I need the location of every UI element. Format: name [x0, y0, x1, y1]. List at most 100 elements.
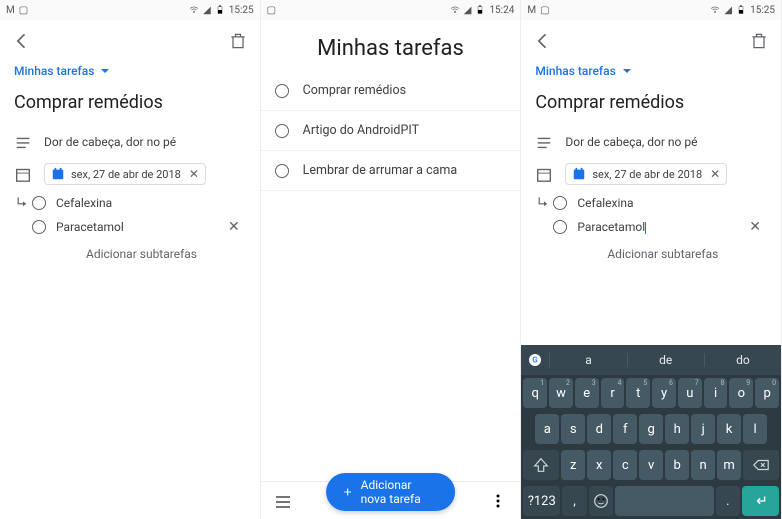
- back-button[interactable]: [10, 29, 34, 53]
- delete-button[interactable]: [747, 29, 771, 53]
- key-enter[interactable]: [742, 486, 779, 516]
- battery-icon: [215, 5, 225, 15]
- notes-icon: [14, 133, 32, 151]
- subtask-label: Cefalexina: [56, 196, 112, 210]
- date-chip-text: sex, 27 de abr de 2018: [71, 168, 181, 181]
- subtask-row-editing[interactable]: Paracetamol ✕: [535, 215, 781, 239]
- image-icon: ▢: [540, 5, 549, 16]
- key-comma[interactable]: ,: [562, 486, 587, 516]
- task-item[interactable]: Comprar remédios: [261, 71, 521, 111]
- date-chip[interactable]: sex, 27 de abr de 2018 ✕: [44, 163, 206, 185]
- key-q[interactable]: q1: [523, 378, 547, 408]
- more-button[interactable]: [488, 491, 508, 511]
- key-space[interactable]: [615, 486, 713, 516]
- signal-icon: ◢: [203, 5, 211, 16]
- key-v[interactable]: v: [639, 450, 663, 480]
- key-w[interactable]: w2: [549, 378, 573, 408]
- subtask-row[interactable]: Paracetamol ✕: [14, 215, 260, 239]
- list-selector[interactable]: Minhas tarefas: [521, 62, 781, 84]
- gmail-icon: M: [6, 5, 15, 16]
- key-g[interactable]: g: [639, 414, 663, 444]
- delete-button[interactable]: [226, 29, 250, 53]
- subtask-checkbox[interactable]: [32, 196, 46, 210]
- key-b[interactable]: b: [665, 450, 689, 480]
- key-u[interactable]: u7: [678, 378, 702, 408]
- subtask-row[interactable]: Cefalexina: [14, 191, 260, 215]
- key-a[interactable]: a: [535, 414, 559, 444]
- key-d[interactable]: d: [587, 414, 611, 444]
- key-i[interactable]: i8: [704, 378, 728, 408]
- description-text: Dor de cabeça, dor no pé: [565, 135, 697, 149]
- subtask-row[interactable]: Cefalexina: [535, 191, 781, 215]
- add-subtask-button[interactable]: Adicionar subtarefas: [14, 239, 260, 261]
- wifi-icon: [450, 5, 460, 15]
- task-title[interactable]: Comprar remédios: [0, 84, 260, 127]
- task-checkbox[interactable]: [275, 164, 289, 178]
- task-title[interactable]: Comprar remédios: [521, 84, 781, 127]
- key-k[interactable]: k: [717, 414, 741, 444]
- subtask-checkbox[interactable]: [32, 220, 46, 234]
- list-selector[interactable]: Minhas tarefas: [0, 62, 260, 84]
- key-f[interactable]: f: [613, 414, 637, 444]
- subtask-label: Cefalexina: [577, 196, 633, 210]
- screen-task-detail: M▢ ◢ 15:25 Minhas tarefas Comprar remédi…: [0, 0, 261, 519]
- suggestion-word[interactable]: de: [627, 353, 704, 367]
- key-h[interactable]: h: [665, 414, 689, 444]
- date-chip-clear[interactable]: ✕: [189, 167, 199, 181]
- key-r[interactable]: r4: [601, 378, 625, 408]
- chevron-down-icon: [622, 68, 632, 74]
- task-checkbox[interactable]: [275, 84, 289, 98]
- task-item[interactable]: Artigo do AndroidPIT: [261, 111, 521, 151]
- subtask-checkbox[interactable]: [553, 196, 567, 210]
- key-l[interactable]: l: [743, 414, 767, 444]
- calendar-fill-icon: [51, 167, 65, 181]
- subtask-delete[interactable]: ✕: [228, 219, 246, 235]
- task-label: Artigo do AndroidPIT: [303, 123, 419, 138]
- key-symbols[interactable]: ?123: [523, 486, 560, 516]
- key-period[interactable]: .: [716, 486, 741, 516]
- task-checkbox[interactable]: [275, 124, 289, 138]
- status-bar: M▢ ◢ 15:25: [521, 0, 781, 20]
- key-s[interactable]: s: [561, 414, 585, 444]
- key-y[interactable]: y6: [652, 378, 676, 408]
- key-c[interactable]: c: [613, 450, 637, 480]
- back-button[interactable]: [531, 29, 555, 53]
- add-subtask-button[interactable]: Adicionar subtarefas: [535, 239, 781, 261]
- subtask-input[interactable]: Paracetamol: [577, 220, 646, 234]
- clock-text: 15:25: [750, 5, 775, 16]
- subtask-delete[interactable]: ✕: [749, 219, 767, 235]
- key-o[interactable]: o9: [729, 378, 753, 408]
- key-backspace[interactable]: [743, 450, 779, 480]
- key-m[interactable]: m: [717, 450, 741, 480]
- key-p[interactable]: p0: [755, 378, 779, 408]
- key-emoji[interactable]: [589, 486, 614, 516]
- date-chip[interactable]: sex, 27 de abr de 2018 ✕: [565, 163, 727, 185]
- screen-task-list: ▢ ◢ 15:24 Minhas tarefas Comprar remédio…: [261, 0, 522, 519]
- date-row: sex, 27 de abr de 2018 ✕: [521, 157, 781, 191]
- menu-button[interactable]: [273, 491, 293, 511]
- add-task-fab[interactable]: Adicionar nova tarefa: [326, 473, 456, 511]
- calendar-icon: [14, 165, 32, 183]
- task-list: Comprar remédios Artigo do AndroidPIT Le…: [261, 71, 521, 191]
- app-bar: [521, 20, 781, 62]
- key-x[interactable]: x: [587, 450, 611, 480]
- description-row[interactable]: Dor de cabeça, dor no pé: [521, 127, 781, 157]
- clock-text: 15:24: [489, 5, 514, 16]
- status-bar: ▢ ◢ 15:24: [261, 0, 521, 20]
- key-shift[interactable]: [523, 450, 559, 480]
- wifi-icon: [189, 5, 199, 15]
- google-icon[interactable]: G: [521, 352, 549, 368]
- task-item[interactable]: Lembrar de arrumar a cama: [261, 151, 521, 191]
- key-t[interactable]: t5: [626, 378, 650, 408]
- suggestion-word[interactable]: a: [549, 353, 626, 367]
- description-row[interactable]: Dor de cabeça, dor no pé: [0, 127, 260, 157]
- suggestion-word[interactable]: do: [704, 353, 781, 367]
- app-bar: [0, 20, 260, 62]
- key-j[interactable]: j: [691, 414, 715, 444]
- date-chip-clear[interactable]: ✕: [710, 167, 720, 181]
- key-n[interactable]: n: [691, 450, 715, 480]
- subtask-checkbox[interactable]: [553, 220, 567, 234]
- subtasks-section: Cefalexina Paracetamol ✕ Adicionar subta…: [0, 191, 260, 261]
- key-e[interactable]: e3: [575, 378, 599, 408]
- key-z[interactable]: z: [561, 450, 585, 480]
